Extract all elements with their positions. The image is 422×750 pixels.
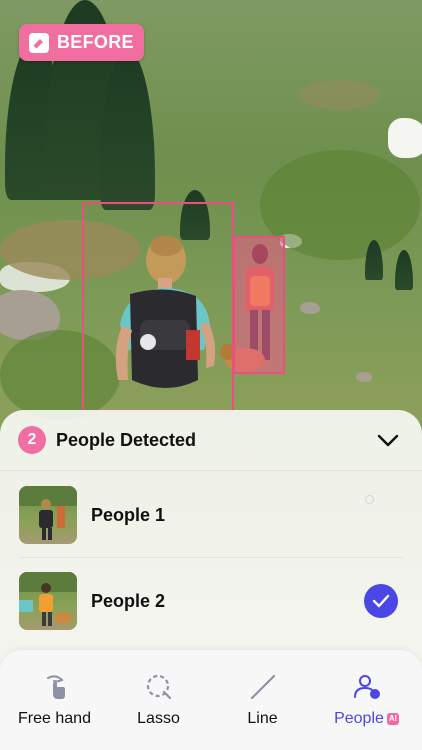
before-label: BEFORE (57, 32, 134, 52)
detection-box-people-2[interactable] (233, 236, 285, 374)
panel-header[interactable]: 2 People Detected (0, 410, 422, 470)
before-badge[interactable]: BEFORE (19, 24, 144, 61)
finger-draw-icon (46, 675, 65, 699)
tool-lasso-label: Lasso (137, 710, 180, 727)
tool-free-hand[interactable]: Free hand (2, 650, 107, 750)
people-1-label: People 1 (91, 504, 166, 525)
lasso-icon (146, 674, 171, 700)
tool-lasso[interactable]: Lasso (106, 650, 211, 750)
person-ai-icon (353, 675, 380, 699)
tree (395, 250, 413, 290)
tool-people-text: People (334, 710, 384, 727)
tool-line-label: Line (247, 710, 278, 727)
tool-people[interactable]: People AI (314, 650, 419, 750)
rock (356, 372, 372, 382)
tool-line[interactable]: Line (210, 650, 315, 750)
trail (300, 80, 380, 110)
tool-people-label: People AI (334, 710, 399, 728)
snow-patch (388, 118, 422, 158)
rock (300, 302, 320, 314)
divider (19, 557, 403, 558)
people-1-select[interactable] (365, 495, 374, 504)
list-item-people-2[interactable]: People 2 (0, 561, 422, 641)
list-item-people-1[interactable]: People 1 (0, 475, 422, 555)
ai-tag: AI (386, 713, 399, 725)
people-2-label: People 2 (91, 590, 166, 611)
people-1-thumbnail (19, 486, 77, 544)
selection-tool-bar: Free hand Lasso Line People AI (0, 650, 422, 750)
divider (0, 470, 422, 471)
people-2-thumbnail (19, 572, 77, 630)
tool-free-hand-label: Free hand (18, 710, 91, 727)
chevron-down-icon[interactable] (376, 430, 400, 450)
eraser-icon (29, 32, 49, 53)
detection-box-people-1[interactable] (82, 202, 234, 412)
checkmark-icon (372, 594, 390, 608)
people-2-checkbox[interactable] (364, 584, 398, 618)
line-icon (250, 674, 275, 700)
panel-title: People Detected (56, 429, 197, 450)
detected-count-badge: 2 (18, 426, 46, 454)
